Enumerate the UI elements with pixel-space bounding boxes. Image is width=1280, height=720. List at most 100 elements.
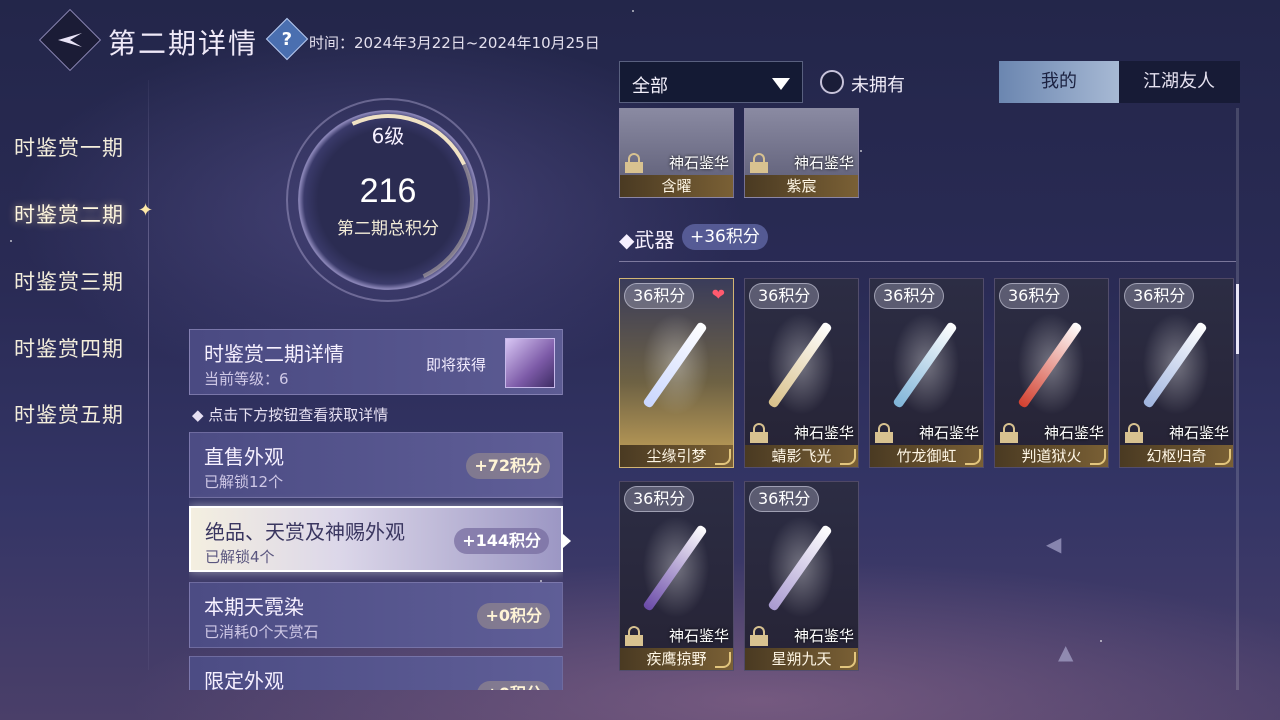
unowned-label[interactable]: 未拥有 bbox=[851, 71, 905, 97]
help-symbol: ? bbox=[281, 28, 293, 50]
chevron-down-icon bbox=[772, 78, 790, 90]
points-badge: 36积分 bbox=[624, 283, 695, 309]
filter-value: 全部 bbox=[632, 76, 668, 97]
weapon-card[interactable]: 36积分 ❤ 尘缘引梦 bbox=[619, 278, 734, 468]
tab-mine[interactable]: 我的 bbox=[999, 61, 1119, 103]
points-badge: 36积分 bbox=[749, 486, 820, 512]
level-text: 6级 bbox=[371, 124, 405, 148]
points-badge: 36积分 bbox=[749, 283, 820, 309]
corner-ornament-icon bbox=[715, 652, 731, 668]
nav-item-period-1[interactable]: 时鉴赏一期 bbox=[14, 132, 124, 162]
nav-item-period-4[interactable]: 时鉴赏四期 bbox=[14, 333, 124, 363]
lock-icon bbox=[1124, 423, 1144, 443]
upcoming-label: 即将获得 bbox=[426, 356, 487, 374]
upcoming-reward-thumbnail[interactable] bbox=[505, 338, 555, 388]
weapon-art bbox=[765, 309, 837, 419]
category-premium[interactable]: 绝品、天赏及神赐外观 已解锁4个 +144积分 bbox=[189, 506, 563, 572]
category-sub: 已解锁4个 bbox=[205, 548, 275, 566]
item-tag: 神石鉴华 bbox=[668, 627, 729, 645]
score-label: 第二期总积分 bbox=[337, 219, 439, 239]
item-tag: 神石鉴华 bbox=[668, 154, 729, 172]
lock-icon bbox=[749, 626, 769, 646]
corner-ornament-icon bbox=[840, 652, 856, 668]
scrollbar-thumb[interactable] bbox=[1236, 284, 1239, 354]
category-limited[interactable]: 限定外观 +0积分 bbox=[189, 656, 563, 690]
corner-ornament-icon bbox=[1215, 449, 1231, 465]
back-button[interactable] bbox=[38, 8, 102, 72]
lock-icon bbox=[624, 153, 644, 173]
section-points-badge: +36积分 bbox=[682, 224, 768, 250]
star-decoration bbox=[632, 10, 634, 12]
weapon-blade bbox=[642, 321, 708, 409]
section-divider bbox=[619, 261, 1236, 262]
unowned-radio[interactable] bbox=[820, 70, 844, 94]
item-tag: 神石鉴华 bbox=[1043, 424, 1104, 442]
period-time: 时间：2024年3月22日~2024年10月25日 bbox=[309, 34, 600, 52]
weapon-card[interactable]: 36积分 神石鉴华 判道狱火 bbox=[994, 278, 1109, 468]
heart-icon[interactable]: ❤ bbox=[712, 285, 725, 304]
corner-ornament-icon bbox=[715, 449, 731, 465]
weapon-art bbox=[640, 512, 712, 622]
category-title: 限定外观 bbox=[204, 669, 284, 690]
total-score: 216 bbox=[359, 172, 417, 210]
points-badge: 36积分 bbox=[874, 283, 945, 309]
weapon-art bbox=[765, 512, 837, 622]
corner-ornament-icon bbox=[840, 449, 856, 465]
nav-item-period-2[interactable]: 时鉴赏二期 bbox=[14, 199, 124, 229]
category-dye[interactable]: 本期天霓染 已消耗0个天赏石 +0积分 bbox=[189, 582, 563, 648]
weapon-art bbox=[890, 309, 962, 419]
weapon-blade bbox=[1017, 321, 1083, 409]
category-sub: 已消耗0个天赏石 bbox=[204, 623, 319, 641]
tab-friends[interactable]: 江湖友人 bbox=[1119, 61, 1239, 103]
points-badge: 36积分 bbox=[1124, 283, 1195, 309]
weapon-card[interactable]: 36积分 神石鉴华 星朔九天 bbox=[744, 481, 859, 671]
lock-icon bbox=[749, 153, 769, 173]
corner-ornament-icon bbox=[1090, 449, 1106, 465]
category-title: 绝品、天赏及神赐外观 bbox=[205, 520, 405, 544]
item-tag: 神石鉴华 bbox=[793, 627, 854, 645]
period-detail-card[interactable]: 时鉴赏二期详情 当前等级：6 即将获得 bbox=[189, 329, 563, 395]
nav-item-period-3[interactable]: 时鉴赏三期 bbox=[14, 266, 124, 296]
item-name: 紫宸 bbox=[745, 175, 858, 197]
weapon-card[interactable]: 36积分 神石鉴华 竹龙御虹 bbox=[869, 278, 984, 468]
weapon-blade bbox=[1142, 321, 1208, 409]
points-badge: 36积分 bbox=[624, 486, 695, 512]
nav-item-period-5[interactable]: 时鉴赏五期 bbox=[14, 399, 124, 429]
points-badge: +72积分 bbox=[466, 453, 550, 479]
weapon-blade bbox=[892, 321, 958, 409]
section-title: ◆武器 bbox=[619, 228, 675, 252]
selected-arrow-icon bbox=[563, 534, 571, 548]
lock-icon bbox=[624, 626, 644, 646]
section-title-text: 武器 bbox=[634, 228, 675, 252]
weapon-blade bbox=[767, 321, 833, 409]
item-tag: 神石鉴华 bbox=[793, 154, 854, 172]
item-name: 含曜 bbox=[620, 175, 733, 197]
scrollbar-track[interactable] bbox=[1236, 108, 1239, 690]
item-tag: 神石鉴华 bbox=[918, 424, 979, 442]
filter-dropdown[interactable]: 全部 bbox=[619, 61, 803, 103]
star-decoration bbox=[10, 240, 12, 242]
weapon-card[interactable]: 36积分 神石鉴华 蜻影飞光 bbox=[744, 278, 859, 468]
points-badge: 36积分 bbox=[999, 283, 1070, 309]
help-icon[interactable]: ? bbox=[265, 17, 309, 61]
item-tag: 神石鉴华 bbox=[793, 424, 854, 442]
weapon-card[interactable]: 36积分 神石鉴华 疾鹰掠野 bbox=[619, 481, 734, 671]
hint-text: ◆ 点击下方按钮查看获取详情 bbox=[192, 406, 389, 424]
weapon-art bbox=[640, 309, 712, 419]
category-sub: 已解锁12个 bbox=[204, 473, 284, 491]
lock-icon bbox=[874, 423, 894, 443]
page-title: 第二期详情 bbox=[108, 27, 259, 60]
weapon-blade bbox=[767, 524, 833, 612]
category-list: 直售外观 已解锁12个 +72积分 绝品、天赏及神赐外观 已解锁4个 +144积… bbox=[189, 432, 563, 690]
active-marker-icon: ✦ bbox=[138, 200, 154, 221]
points-badge: +0积分 bbox=[477, 681, 550, 690]
weapon-art bbox=[1140, 309, 1212, 419]
category-direct-sale[interactable]: 直售外观 已解锁12个 +72积分 bbox=[189, 432, 563, 498]
item-card[interactable]: 神石鉴华 含曜 bbox=[619, 108, 734, 198]
item-card[interactable]: 神石鉴华 紫宸 bbox=[744, 108, 859, 198]
lock-icon bbox=[749, 423, 769, 443]
owner-tabs: 我的 江湖友人 bbox=[999, 61, 1240, 103]
corner-ornament-icon bbox=[965, 449, 981, 465]
score-ring: 6级 216 第二期总积分 bbox=[277, 89, 499, 311]
weapon-card[interactable]: 36积分 神石鉴华 幻枢归奇 bbox=[1119, 278, 1234, 468]
